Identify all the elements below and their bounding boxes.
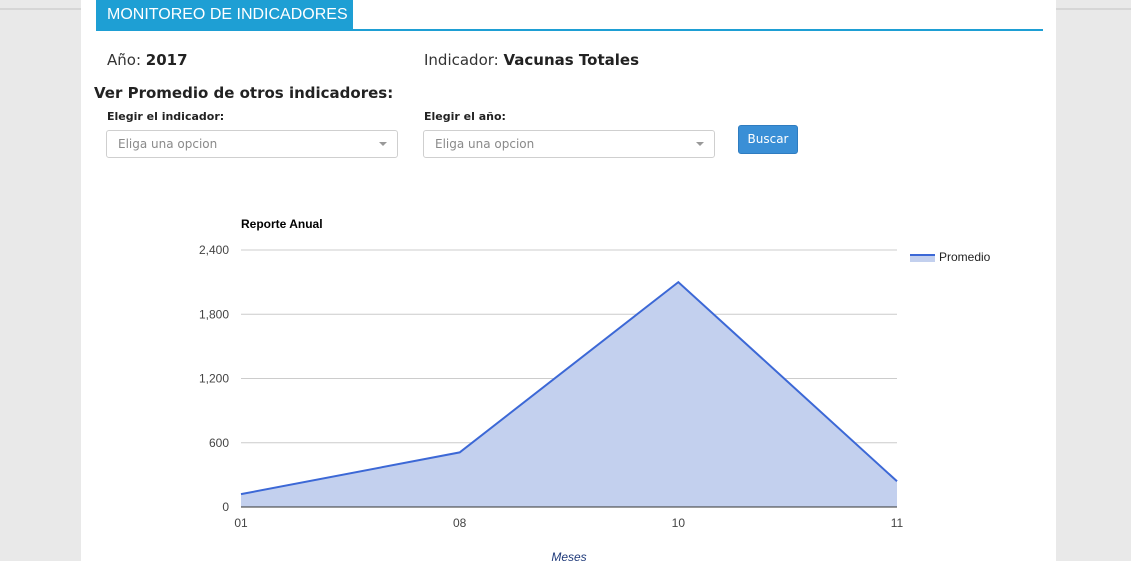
- legend-swatch: [910, 255, 935, 262]
- x-tick-label: 01: [234, 516, 248, 530]
- x-tick-label: 08: [453, 516, 467, 530]
- annual-report-chart: 0 600 1,200 1,800 2,400 01 08 10 11 Reporte Anu…: [199, 217, 991, 561]
- y-tick-label: 0: [222, 500, 229, 514]
- y-tick-label: 600: [209, 436, 229, 450]
- series-area-fill: [241, 282, 897, 507]
- y-axis-ticks: 0 600 1,200 1,800 2,400: [199, 243, 229, 514]
- chart-title: Reporte Anual: [241, 217, 323, 231]
- y-tick-label: 1,200: [199, 372, 229, 386]
- y-tick-label: 2,400: [199, 243, 229, 257]
- x-tick-label: 11: [891, 516, 904, 530]
- x-axis-ticks: 01 08 10 11: [234, 516, 903, 530]
- chart-legend: Promedio: [910, 250, 991, 264]
- x-axis-label: Meses: [551, 550, 586, 561]
- y-tick-label: 1,800: [199, 307, 229, 321]
- x-tick-label: 10: [672, 516, 686, 530]
- legend-label: Promedio: [939, 250, 991, 264]
